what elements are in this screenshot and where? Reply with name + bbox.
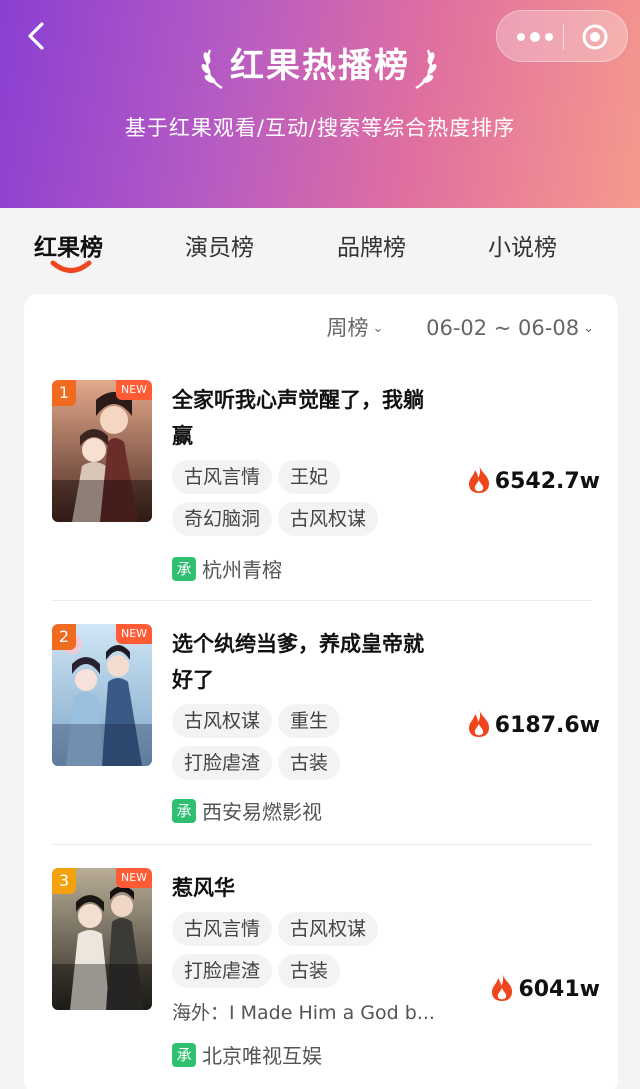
new-badge: NEW	[116, 868, 152, 888]
tag[interactable]: 古风权谋	[278, 502, 379, 536]
studio-badge: 承	[172, 556, 196, 581]
studio-name: 北京唯视互娱	[202, 1044, 322, 1068]
tag-list: 古风言情 王妃 奇幻脑洞 古风权谋	[172, 460, 442, 544]
tag[interactable]: 奇幻脑洞	[172, 502, 273, 536]
list-item[interactable]: 3 NEW 惹风华 古风言情 古风权谋 打脸虐渣 古装 海外：I Made Him …	[52, 868, 600, 1089]
page-subtitle: 基于红果观看/互动/搜索等综合热度排序	[124, 116, 516, 140]
drama-title[interactable]: 惹风华	[172, 870, 442, 906]
studio-badge: 承	[172, 1042, 196, 1067]
filter-bar: 周榜 ⌄ 06-02 ~ 06-08 ⌄	[291, 312, 595, 342]
studio-badge: 承	[172, 798, 196, 823]
poster-image: 2 NEW	[52, 624, 152, 766]
tab-hongguo[interactable]: 红果榜	[34, 228, 103, 262]
new-badge: NEW	[116, 380, 152, 400]
new-badge: NEW	[116, 624, 152, 644]
studio-name: 杭州青榕	[202, 558, 282, 582]
heat-value: 6187.6w	[467, 708, 600, 738]
tab-actors[interactable]: 演员榜	[185, 228, 254, 262]
rank-badge: 3	[52, 868, 76, 894]
rank-badge: 2	[52, 624, 76, 650]
tag[interactable]: 古装	[278, 746, 341, 780]
tag[interactable]: 打脸虐渣	[172, 954, 273, 988]
chevron-down-icon: ⌄	[372, 321, 384, 336]
studio-info: 承北京唯视互娱	[172, 1040, 322, 1068]
tag[interactable]: 重生	[278, 704, 341, 738]
studio-info: 承西安易燃影视	[172, 796, 322, 824]
chevron-down-icon: ⌄	[583, 321, 594, 336]
ranking-card: 周榜 ⌄ 06-02 ~ 06-08 ⌄ 1 NEW 全家听我心声觉醒了，我躺赢 古…	[24, 294, 618, 1089]
heat-value: 6542.7w	[467, 464, 600, 494]
fire-icon	[468, 709, 489, 737]
tag[interactable]: 古风权谋	[172, 704, 273, 738]
title-area: 红果热播榜	[0, 38, 640, 94]
studio-info: 承杭州青榕	[172, 554, 282, 582]
poster-image: 3 NEW	[52, 868, 152, 1010]
tag[interactable]: 古风言情	[172, 912, 273, 946]
laurel-right-icon	[415, 49, 437, 90]
ranking-tabs: 红果榜 演员榜 品牌榜 小说榜	[0, 208, 640, 292]
tag-list: 古风言情 古风权谋 打脸虐渣 古装	[172, 912, 442, 996]
studio-name: 西安易燃影视	[202, 800, 322, 824]
item-divider	[52, 844, 592, 845]
tag[interactable]: 古风言情	[172, 460, 273, 494]
date-range-selector[interactable]: 06-02 ~ 06-08 ⌄	[426, 316, 594, 340]
fire-icon	[468, 465, 489, 493]
tag[interactable]: 古装	[278, 954, 341, 988]
fire-icon	[492, 973, 513, 1001]
overseas-title: 海外：I Made Him a God b...	[172, 1002, 435, 1024]
header-banner: 红果热播榜 基于红果观看/互动/搜索等综合热度排序	[0, 0, 640, 210]
laurel-left-icon	[201, 49, 223, 90]
tag[interactable]: 古风权谋	[278, 912, 379, 946]
poster-image: 1 NEW	[52, 380, 152, 522]
tag[interactable]: 打脸虐渣	[172, 746, 273, 780]
page-title: 红果热播榜	[230, 46, 410, 86]
tag[interactable]: 王妃	[278, 460, 341, 494]
rank-badge: 1	[52, 380, 76, 406]
tag-list: 古风权谋 重生 打脸虐渣 古装	[172, 704, 442, 788]
item-divider	[52, 600, 592, 601]
drama-title[interactable]: 全家听我心声觉醒了，我躺赢	[172, 382, 442, 454]
drama-title[interactable]: 选个纨绔当爹，养成皇帝就好了	[172, 626, 442, 698]
list-item[interactable]: 1 NEW 全家听我心声觉醒了，我躺赢 古风言情 王妃 奇幻脑洞 古风权谋 承杭州青…	[52, 380, 600, 582]
list-item[interactable]: 2 NEW 选个纨绔当爹，养成皇帝就好了 古风权谋 重生 打脸虐渣 古装 承西安易燃…	[52, 624, 600, 824]
tab-novels[interactable]: 小说榜	[488, 228, 557, 262]
tab-brands[interactable]: 品牌榜	[337, 228, 406, 262]
heat-value: 6041w	[490, 972, 600, 1002]
active-tab-indicator	[50, 260, 92, 273]
period-selector[interactable]: 周榜 ⌄	[327, 316, 384, 340]
